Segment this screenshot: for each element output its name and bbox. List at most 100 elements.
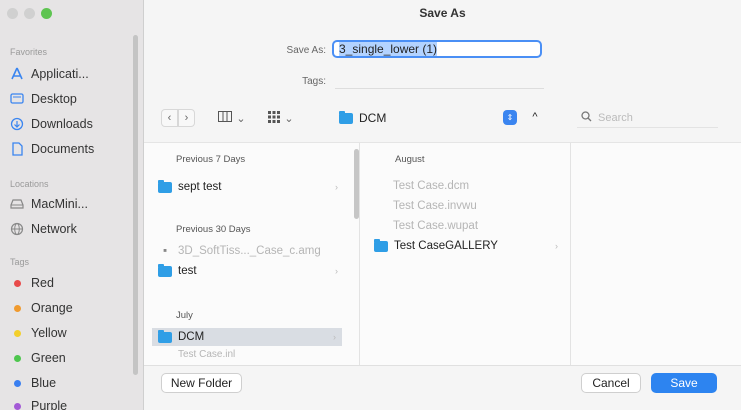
forward-button[interactable]: › — [178, 109, 195, 127]
sidebar-item-desktop[interactable]: Desktop — [10, 89, 132, 109]
close-window-button[interactable] — [7, 8, 18, 19]
chevron-right-icon: › — [333, 332, 336, 342]
location-popup[interactable]: DCM — [339, 109, 525, 127]
folder-icon — [158, 179, 172, 193]
list-item[interactable]: Test Case.invwu — [393, 197, 563, 215]
chevron-right-icon: › — [335, 182, 338, 192]
folder-icon — [374, 238, 388, 252]
sidebar-tag-purple[interactable]: Purple — [10, 396, 132, 410]
sidebar-item-applications[interactable]: Applicati... — [10, 64, 132, 84]
section-header: July — [176, 310, 193, 321]
sidebar-tag-yellow[interactable]: Yellow — [10, 323, 132, 343]
section-header: August — [395, 154, 425, 165]
item-name: sept test — [178, 181, 222, 193]
sidebar-item-network[interactable]: Network — [10, 219, 132, 239]
chevron-right-icon: › — [555, 241, 558, 251]
browser-column-3 — [570, 143, 741, 365]
save-as-label: Save As: — [286, 45, 326, 56]
green-tag-dot-icon — [14, 354, 21, 362]
group-view-button[interactable]: ⌄ — [262, 109, 300, 127]
purple-tag-dot-icon — [14, 402, 21, 410]
collapse-dialog-button[interactable]: ^ — [528, 108, 542, 126]
zoom-window-button[interactable] — [41, 8, 52, 19]
item-name: test — [178, 265, 197, 277]
sidebar-item-label: Blue — [31, 376, 57, 390]
search-field[interactable]: Search — [577, 109, 718, 128]
item-name: Test Case.invwu — [393, 200, 477, 212]
section-header: Previous 30 Days — [176, 224, 251, 235]
file-browser: Previous 7 Days sept test › Previous 30 … — [144, 142, 741, 366]
sidebar-tag-blue[interactable]: Blue — [10, 373, 132, 393]
item-name: Test Case.inl — [178, 348, 236, 360]
back-button[interactable]: ‹ — [161, 109, 178, 127]
sidebar-item-downloads[interactable]: Downloads — [10, 114, 132, 134]
filename-text: 3_single_lower (1) — [339, 42, 438, 56]
item-name: Test CaseGALLERY — [394, 240, 498, 252]
chevron-up-icon: ^ — [532, 111, 538, 123]
drive-icon — [10, 197, 24, 211]
blue-tag-dot-icon — [14, 379, 21, 387]
documents-icon — [10, 142, 24, 156]
list-item[interactable]: test › — [158, 262, 344, 280]
list-item[interactable]: ▪ 3D_SoftTiss..._Case_c.amg — [158, 242, 344, 260]
item-name: Test Case.dcm — [393, 180, 470, 192]
sidebar-tag-orange[interactable]: Orange — [10, 298, 132, 318]
column-view-icon — [218, 111, 233, 125]
sidebar-item-documents[interactable]: Documents — [10, 139, 132, 159]
list-item-selected[interactable]: DCM › — [152, 328, 342, 346]
chevron-right-icon: › — [335, 266, 338, 276]
downloads-icon — [10, 117, 24, 131]
section-header: Previous 7 Days — [176, 154, 246, 165]
browser-column-1: Previous 7 Days sept test › Previous 30 … — [144, 143, 350, 365]
sidebar-item-label: Applicati... — [31, 67, 89, 81]
applications-icon — [10, 67, 24, 81]
desktop-icon — [10, 92, 24, 106]
column-view-button[interactable]: ⌄ — [213, 109, 251, 127]
sidebar-tag-red[interactable]: Red — [10, 273, 132, 293]
list-item[interactable]: sept test › — [158, 178, 344, 196]
save-as-dialog: Favorites Applicati... Desktop Downloads… — [0, 0, 741, 410]
new-folder-button[interactable]: New Folder — [161, 373, 242, 393]
sidebar: Favorites Applicati... Desktop Downloads… — [0, 0, 144, 410]
grid-view-icon — [268, 110, 281, 126]
list-item[interactable]: Test Case.inl — [158, 348, 344, 360]
chevron-right-icon: › — [184, 112, 189, 124]
list-item[interactable]: Test CaseGALLERY › — [374, 237, 564, 255]
list-item[interactable]: Test Case.dcm — [393, 177, 563, 195]
sidebar-item-label: Orange — [31, 301, 73, 315]
list-item[interactable]: Test Case.wupat — [393, 217, 563, 235]
folder-icon — [339, 110, 353, 124]
location-popup-arrows-icon[interactable]: ⇕ — [503, 110, 517, 125]
sidebar-item-label: Desktop — [31, 92, 77, 106]
sidebar-item-label: MacMini... — [31, 197, 88, 211]
sidebar-item-label: Green — [31, 351, 66, 365]
folder-icon — [158, 329, 172, 343]
sidebar-item-label: Downloads — [31, 117, 93, 131]
network-icon — [10, 222, 24, 236]
cancel-button[interactable]: Cancel — [581, 373, 641, 393]
sidebar-item-macmini[interactable]: MacMini... — [10, 194, 132, 214]
sidebar-item-label: Documents — [31, 142, 95, 156]
orange-tag-dot-icon — [14, 304, 21, 312]
sidebar-tag-green[interactable]: Green — [10, 348, 132, 368]
chevron-left-icon: ‹ — [167, 112, 172, 124]
sidebar-header-favorites: Favorites — [10, 47, 48, 57]
file-icon: ▪ — [162, 245, 168, 257]
browser-column-2: August Test Case.dcm Test Case.invwu Tes… — [359, 143, 572, 365]
location-label: DCM — [359, 111, 387, 125]
sidebar-item-label: Yellow — [31, 326, 67, 340]
tags-label: Tags: — [302, 76, 326, 87]
save-as-filename-input[interactable]: 3_single_lower (1) — [332, 40, 542, 58]
item-name: DCM — [178, 331, 205, 343]
sidebar-header-locations: Locations — [10, 179, 49, 189]
search-icon — [581, 111, 592, 125]
sidebar-header-tags: Tags — [10, 257, 30, 267]
save-button[interactable]: Save — [651, 373, 717, 393]
chevron-down-icon: ⌄ — [236, 112, 246, 125]
chevron-down-icon: ⌄ — [284, 112, 294, 125]
tags-input[interactable] — [335, 72, 544, 89]
item-name: Test Case.wupat — [393, 220, 479, 232]
sidebar-scrollbar[interactable] — [133, 35, 138, 375]
minimize-window-button[interactable] — [24, 8, 35, 19]
item-name: 3D_SoftTiss..._Case_c.amg — [178, 245, 321, 257]
